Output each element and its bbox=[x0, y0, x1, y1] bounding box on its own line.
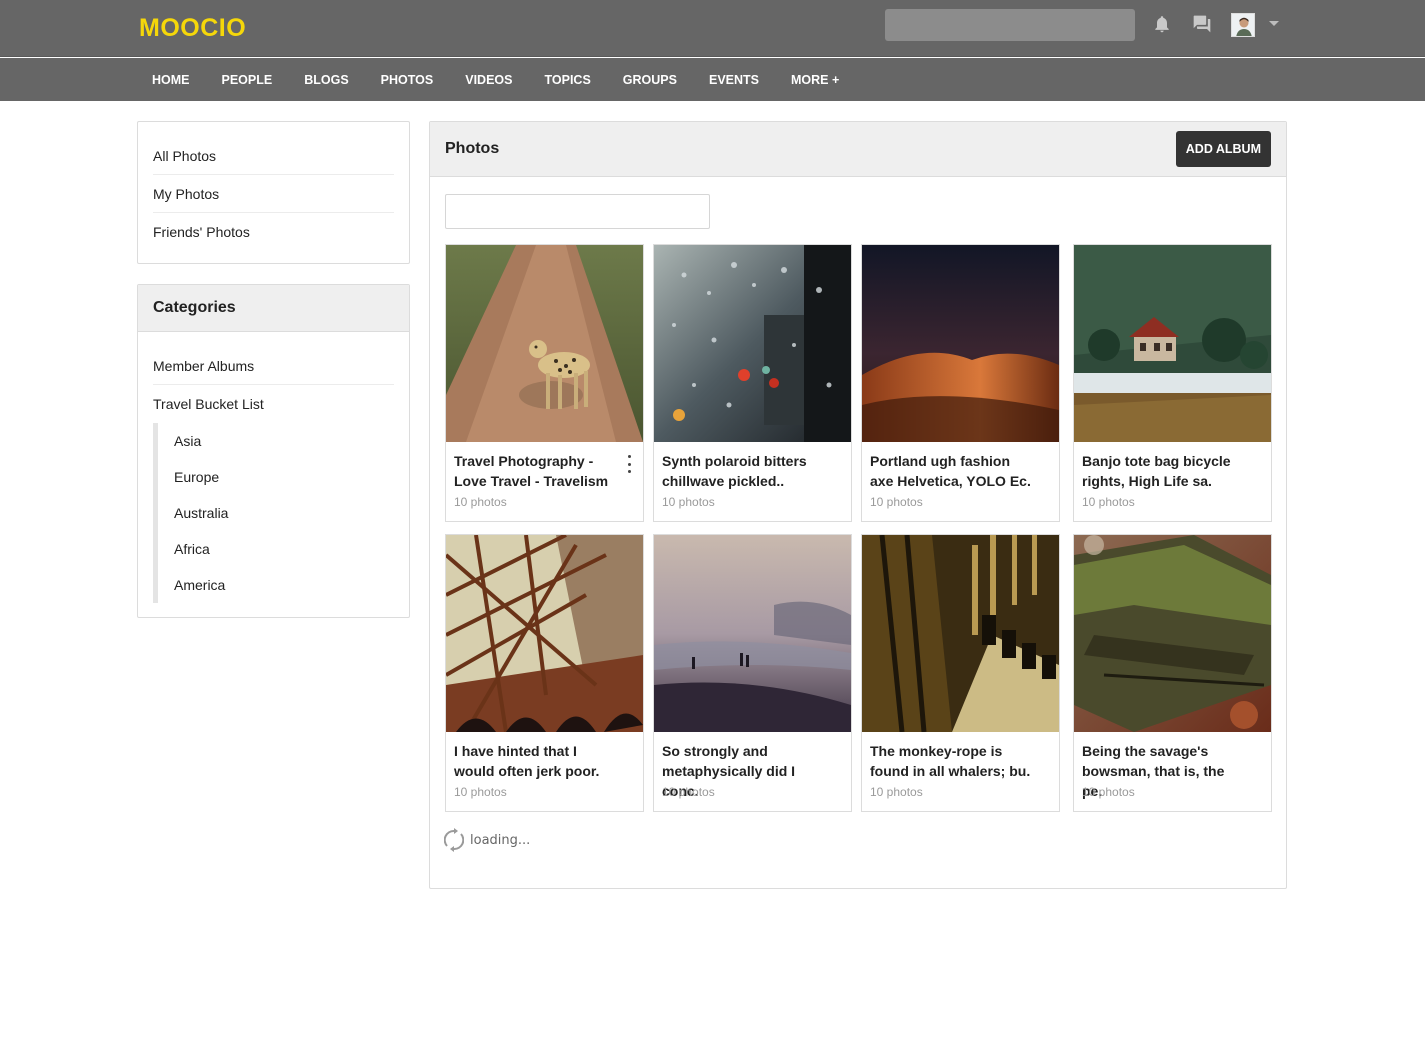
subcategory-africa[interactable]: Africa bbox=[174, 531, 394, 567]
album-photo-count: 10 photos bbox=[662, 785, 715, 799]
loading-indicator: loading... bbox=[444, 828, 530, 852]
main-nav: HOME PEOPLE BLOGS PHOTOS VIDEOS TOPICS G… bbox=[0, 58, 1425, 101]
album-search-input[interactable] bbox=[445, 194, 710, 229]
album-thumbnail[interactable] bbox=[1074, 535, 1271, 732]
nav-groups[interactable]: GROUPS bbox=[608, 58, 692, 101]
subcategory-europe[interactable]: Europe bbox=[174, 459, 394, 495]
avatar[interactable] bbox=[1231, 13, 1255, 37]
album-title[interactable]: Banjo tote bag bicycle rights, High Life… bbox=[1082, 451, 1248, 491]
album-card[interactable]: I have hinted that I would often jerk po… bbox=[445, 534, 644, 812]
album-photo-count: 10 photos bbox=[454, 785, 507, 799]
album-card[interactable]: Being the savage's bowsman, that is, the… bbox=[1073, 534, 1272, 812]
album-thumbnail[interactable] bbox=[446, 245, 643, 442]
album-title[interactable]: I have hinted that I would often jerk po… bbox=[454, 741, 620, 781]
loading-text: loading... bbox=[470, 832, 531, 848]
nav-home[interactable]: HOME bbox=[137, 58, 205, 101]
album-card[interactable]: Synth polaroid bitters chillwave pickled… bbox=[653, 244, 852, 522]
album-photo-count: 10 photos bbox=[870, 785, 923, 799]
nav-people[interactable]: PEOPLE bbox=[207, 58, 288, 101]
nav-events[interactable]: EVENTS bbox=[694, 58, 774, 101]
album-photo-count: 10 photos bbox=[870, 495, 923, 509]
nav-blogs[interactable]: BLOGS bbox=[289, 58, 363, 101]
album-card[interactable]: Travel Photography - Love Travel - Trave… bbox=[445, 244, 644, 522]
album-photo-count: 10 photos bbox=[662, 495, 715, 509]
photos-panel: Photos ADD ALBUM Travel Photography - Lo… bbox=[429, 121, 1287, 889]
nav-photos[interactable]: PHOTOS bbox=[366, 58, 449, 101]
album-thumbnail[interactable] bbox=[446, 535, 643, 732]
categories-title: Categories bbox=[138, 285, 409, 332]
album-card[interactable]: Banjo tote bag bicycle rights, High Life… bbox=[1073, 244, 1272, 522]
add-album-button[interactable]: ADD ALBUM bbox=[1175, 131, 1271, 167]
bell-icon[interactable] bbox=[1151, 13, 1173, 35]
category-member-albums[interactable]: Member Albums bbox=[153, 347, 394, 385]
subcategory-australia[interactable]: Australia bbox=[174, 495, 394, 531]
category-travel-bucket-list[interactable]: Travel Bucket List bbox=[153, 385, 394, 423]
categories-panel: Categories Member Albums Travel Bucket L… bbox=[137, 284, 410, 618]
album-title[interactable]: Portland ugh fashion axe Helvetica, YOLO… bbox=[870, 451, 1036, 491]
logo[interactable]: MOOCIO bbox=[139, 14, 246, 43]
nav-videos[interactable]: VIDEOS bbox=[450, 58, 527, 101]
album-card[interactable]: Portland ugh fashion axe Helvetica, YOLO… bbox=[861, 244, 1060, 522]
nav-more[interactable]: MORE + bbox=[776, 58, 854, 101]
subcategory-list: Asia Europe Australia Africa America bbox=[153, 423, 394, 603]
nav-topics[interactable]: TOPICS bbox=[529, 58, 605, 101]
album-thumbnail[interactable] bbox=[1074, 245, 1271, 442]
search-input[interactable] bbox=[885, 9, 1135, 41]
album-thumbnail[interactable] bbox=[654, 245, 851, 442]
menu-item-all-photos[interactable]: All Photos bbox=[153, 137, 394, 175]
subcategory-asia[interactable]: Asia bbox=[174, 423, 394, 459]
album-card[interactable]: So strongly and metaphysically did I con… bbox=[653, 534, 852, 812]
album-photo-count: 10 photos bbox=[1082, 785, 1135, 799]
album-thumbnail[interactable] bbox=[654, 535, 851, 732]
album-card[interactable]: The monkey-rope is found in all whalers;… bbox=[861, 534, 1060, 812]
photos-header: Photos ADD ALBUM bbox=[430, 122, 1286, 177]
menu-item-my-photos[interactable]: My Photos bbox=[153, 175, 394, 213]
more-options-icon[interactable] bbox=[623, 455, 635, 473]
album-photo-count: 10 photos bbox=[454, 495, 507, 509]
chat-icon[interactable] bbox=[1191, 13, 1213, 35]
album-photo-count: 10 photos bbox=[1082, 495, 1135, 509]
photo-filter-menu: All Photos My Photos Friends' Photos bbox=[137, 121, 410, 264]
page-title: Photos bbox=[445, 140, 500, 157]
subcategory-america[interactable]: America bbox=[174, 567, 394, 603]
album-title[interactable]: The monkey-rope is found in all whalers;… bbox=[870, 741, 1036, 781]
refresh-icon bbox=[444, 828, 464, 852]
album-title[interactable]: Synth polaroid bitters chillwave pickled… bbox=[662, 451, 828, 491]
album-title[interactable]: Travel Photography - Love Travel - Trave… bbox=[454, 451, 620, 491]
album-thumbnail[interactable] bbox=[862, 535, 1059, 732]
top-bar: MOOCIO bbox=[0, 0, 1425, 57]
menu-item-friends-photos[interactable]: Friends' Photos bbox=[153, 213, 394, 251]
album-thumbnail[interactable] bbox=[862, 245, 1059, 442]
chevron-down-icon[interactable] bbox=[1269, 21, 1279, 26]
